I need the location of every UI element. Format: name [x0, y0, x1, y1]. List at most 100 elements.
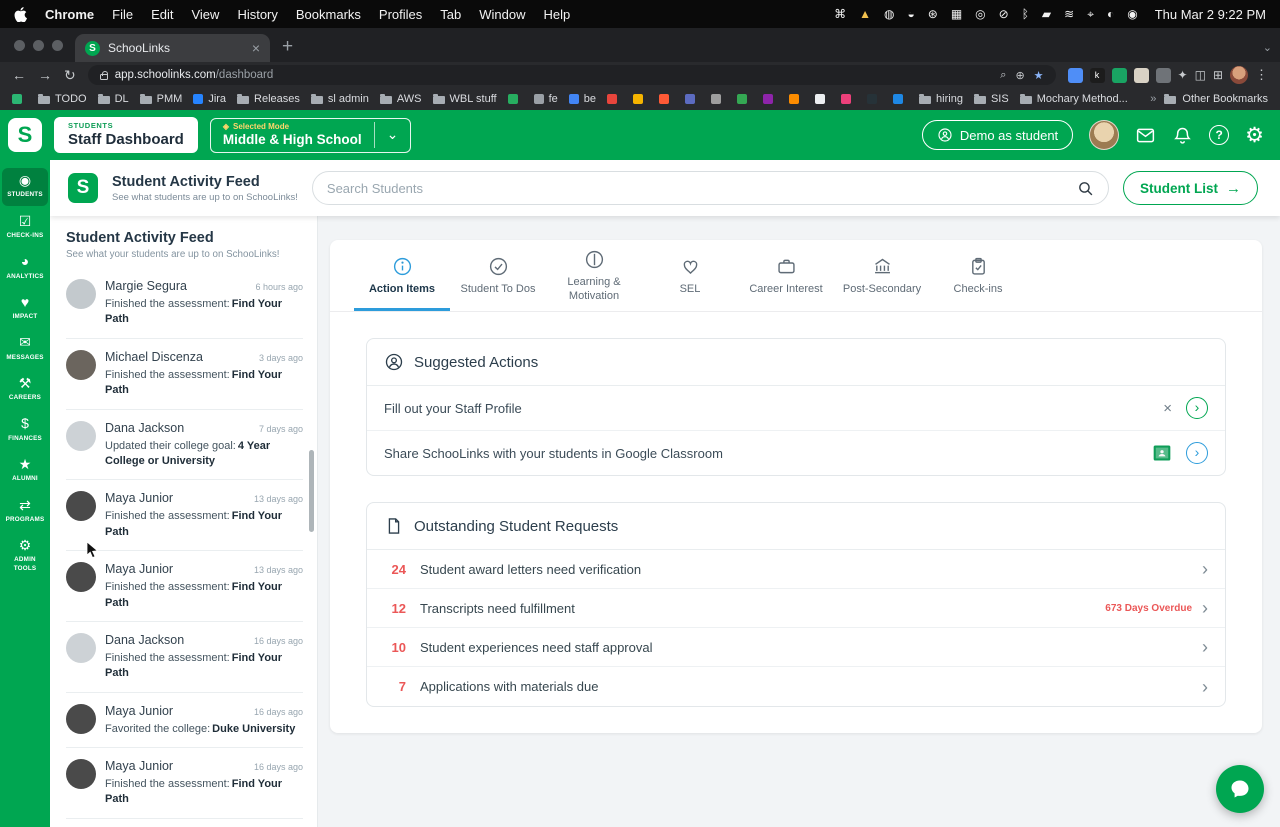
siri-icon[interactable]: ◉	[1127, 8, 1137, 20]
extension-green-icon[interactable]	[1111, 67, 1127, 83]
sidebar-item[interactable]: ⚒ CAREERS	[2, 371, 48, 409]
tab-student-to-dos[interactable]: Student To Dos	[450, 240, 546, 311]
apple-logo-icon[interactable]	[14, 6, 27, 22]
feed-item[interactable]: Dana Jackson 16 days ago Finished the as…	[66, 622, 303, 693]
back-button[interactable]: ←	[12, 68, 26, 82]
notifications-bell-icon[interactable]	[1172, 125, 1193, 146]
browser-profile-avatar[interactable]	[1230, 66, 1248, 84]
chevron-right-icon[interactable]: ›	[1202, 560, 1208, 578]
search-in-page-icon[interactable]: ⌕	[1000, 69, 1006, 82]
bookmark-item[interactable]	[841, 94, 856, 104]
chevron-right-icon[interactable]: ›	[1202, 678, 1208, 696]
suggested-action-row[interactable]: Fill out your Staff Profile × ›	[367, 386, 1225, 431]
student-name[interactable]: Margie Segura	[105, 279, 187, 293]
extension-k-icon[interactable]: k	[1089, 67, 1105, 83]
extension-gray-icon[interactable]	[1155, 67, 1171, 83]
student-name[interactable]: Maya Junior	[105, 704, 173, 718]
bookmark-item[interactable]: PMM	[139, 93, 182, 105]
bookmark-item[interactable]: DL	[97, 93, 129, 105]
tab-close-icon[interactable]: ×	[252, 40, 260, 56]
tab-check-ins[interactable]: Check-ins	[930, 240, 1026, 311]
control-center-icon[interactable]: ◐	[1107, 8, 1114, 20]
settings-gear-icon[interactable]: ⚙	[1245, 125, 1264, 146]
bookmark-item[interactable]: WBL stuff	[432, 93, 497, 105]
extension-keyboard-icon[interactable]	[1133, 67, 1149, 83]
feed-scrollbar[interactable]	[309, 450, 314, 532]
suggested-action-row[interactable]: Share SchooLinks with your students in G…	[367, 431, 1225, 475]
extension-blue-icon[interactable]	[1067, 67, 1083, 83]
sidebar-item[interactable]: ◉ STUDENTS	[2, 168, 48, 206]
bookmark-item[interactable]: TODO	[38, 93, 87, 105]
bookmark-item[interactable]	[737, 94, 752, 104]
bookmark-item[interactable]: AWS	[379, 93, 422, 105]
feed-item[interactable]: Maya Junior 16 days ago Favorited the co…	[66, 693, 303, 749]
menu-item[interactable]: Tab	[440, 7, 461, 22]
go-chevron-button[interactable]: ›	[1186, 442, 1208, 464]
omnibox[interactable]: app.schoolinks.com/dashboard ⌕ ⊕ ★	[87, 65, 1056, 85]
window-grid-icon[interactable]: ▦	[951, 8, 962, 20]
bookmark-item[interactable]	[12, 94, 27, 104]
bookmarks-overflow-icon[interactable]: »	[1150, 93, 1156, 105]
menu-clock[interactable]: Thu Mar 2 9:22 PM	[1155, 7, 1266, 22]
install-app-icon[interactable]: ⊕	[1015, 69, 1024, 82]
bookmark-item[interactable]	[607, 94, 622, 104]
chevron-right-icon[interactable]: ›	[1202, 638, 1208, 656]
bookmark-item[interactable]	[893, 94, 908, 104]
go-chevron-button[interactable]: ›	[1186, 397, 1208, 419]
tab-post-secondary[interactable]: Post-Secondary	[834, 240, 930, 311]
browser-menu-kebab-icon[interactable]: ⋮	[1255, 67, 1268, 83]
sidebar-item[interactable]: ◕ ANALYTICS	[2, 249, 48, 287]
bookmark-item[interactable]	[659, 94, 674, 104]
mail-icon[interactable]	[1135, 125, 1156, 146]
spotlight-icon[interactable]: ⌖	[1087, 8, 1094, 20]
sidebar-item[interactable]: ☑ CHECK-INS	[2, 209, 48, 247]
bookmark-item[interactable]: hiring	[919, 93, 963, 105]
new-tab-button[interactable]: +	[282, 37, 293, 56]
browser-tab[interactable]: S SchooLinks ×	[75, 34, 270, 62]
warning-icon[interactable]: ▲	[859, 8, 871, 20]
sidebar-item[interactable]: $ FINANCES	[2, 411, 48, 449]
request-row[interactable]: 7 Applications with materials due ›	[367, 667, 1225, 706]
bookmark-item[interactable]: Releases	[237, 93, 300, 105]
sidebar-item[interactable]: ★ ALUMNI	[2, 452, 48, 490]
sidebar-item[interactable]: ♥ IMPACT	[2, 290, 48, 328]
request-row[interactable]: 10 Student experiences need staff approv…	[367, 628, 1225, 667]
tab-sel[interactable]: SEL	[642, 240, 738, 311]
bookmark-item[interactable]: Mochary Method...	[1019, 93, 1128, 105]
lock-icon[interactable]	[99, 70, 108, 80]
sidebar-item[interactable]: ✉ MESSAGES	[2, 330, 48, 368]
feed-item[interactable]: Michael Discenza 3 days ago Finished the…	[66, 339, 303, 410]
help-icon[interactable]: ?	[1209, 125, 1230, 145]
request-row[interactable]: 24 Student award letters need verificati…	[367, 550, 1225, 589]
side-panel-icon[interactable]: ◫	[1195, 68, 1206, 82]
tab-search-chevron-icon[interactable]: ⌄	[1263, 41, 1272, 54]
bookmark-item[interactable]	[711, 94, 726, 104]
feed-item[interactable]: Margie Segura 6 hours ago Finished the a…	[66, 268, 303, 339]
bookmark-item[interactable]	[789, 94, 804, 104]
window-zoom-button[interactable]	[52, 40, 63, 51]
menu-item[interactable]: Help	[544, 7, 571, 22]
menu-item[interactable]: Profiles	[379, 7, 422, 22]
schoolinks-logo[interactable]: S	[8, 118, 42, 152]
menu-item[interactable]: View	[191, 7, 219, 22]
forward-button[interactable]: →	[38, 68, 52, 82]
bookmark-item[interactable]: sl admin	[310, 93, 369, 105]
tab-learning-motivation[interactable]: Learning & Motivation	[546, 240, 642, 311]
window-minimize-button[interactable]	[33, 40, 44, 51]
student-name[interactable]: Michael Discenza	[105, 350, 203, 364]
bluetooth-icon[interactable]: ᛒ	[1022, 8, 1029, 20]
chevron-right-icon[interactable]: ›	[1202, 599, 1208, 617]
user-avatar[interactable]	[1089, 120, 1120, 150]
menu-item[interactable]: Edit	[151, 7, 173, 22]
window-close-button[interactable]	[14, 40, 25, 51]
settings-icon[interactable]: ⊛	[928, 8, 938, 20]
bookmark-item[interactable]	[867, 94, 882, 104]
menu-item[interactable]: Bookmarks	[296, 7, 361, 22]
reload-button[interactable]: ↻	[64, 68, 76, 82]
sidebar-item[interactable]: ⇄ PROGRAMS	[2, 493, 48, 531]
student-name[interactable]: Maya Junior	[105, 491, 173, 505]
bookmark-item[interactable]: fe	[533, 93, 558, 105]
focus-icon[interactable]: ◎	[975, 8, 985, 20]
feed-item[interactable]: Maya Junior 13 days ago Finished the ass…	[66, 480, 303, 552]
extensions-puzzle-icon[interactable]: ✦	[1178, 68, 1188, 82]
